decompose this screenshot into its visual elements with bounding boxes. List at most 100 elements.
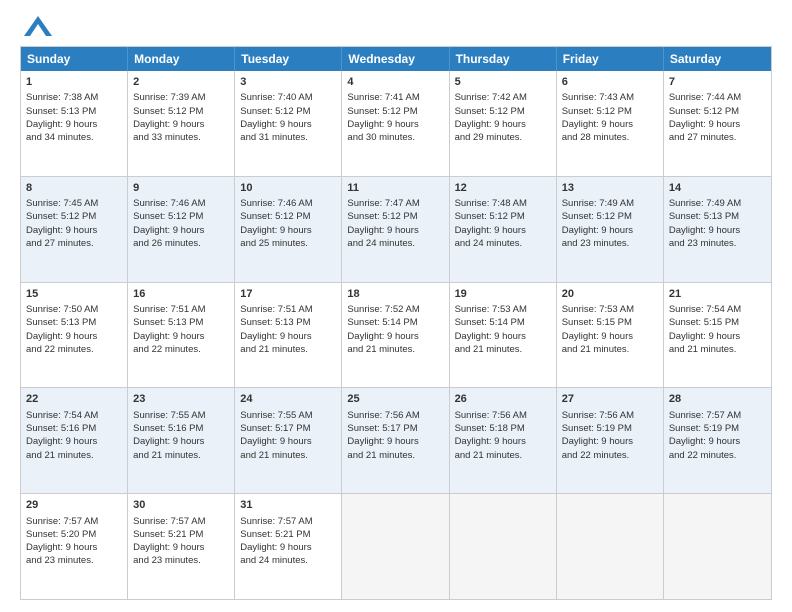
cell-info-line: Daylight: 9 hours <box>455 330 551 343</box>
calendar-cell-2: 2Sunrise: 7:39 AMSunset: 5:12 PMDaylight… <box>128 71 235 176</box>
cell-info-line: Sunrise: 7:55 AM <box>133 409 229 422</box>
cell-info-line: Daylight: 9 hours <box>669 224 766 237</box>
cell-info-line: Sunrise: 7:51 AM <box>240 303 336 316</box>
cell-info-line: Daylight: 9 hours <box>26 435 122 448</box>
cell-info-line: and 23 minutes. <box>669 237 766 250</box>
cell-info-line: Sunrise: 7:46 AM <box>133 197 229 210</box>
cell-info-line: and 21 minutes. <box>26 449 122 462</box>
calendar-cell-26: 26 Sunrise: 7:56 AMSunset: 5:18 PMDayligh… <box>450 388 557 493</box>
day-number: 9 <box>133 181 229 196</box>
cell-info-line: Sunrise: 7:57 AM <box>240 515 336 528</box>
calendar-cell-empty-4-3 <box>342 494 449 599</box>
day-number: 31 <box>240 498 336 513</box>
calendar-row-1: 1Sunrise: 7:38 AMSunset: 5:13 PMDaylight… <box>21 71 771 176</box>
cell-info-line: Sunrise: 7:50 AM <box>26 303 122 316</box>
day-number: 8 <box>26 181 122 196</box>
cell-info-line: Daylight: 9 hours <box>562 224 658 237</box>
cell-info-line: Daylight: 9 hours <box>347 435 443 448</box>
calendar-row-3: 15Sunrise: 7:50 AMSunset: 5:13 PMDayligh… <box>21 282 771 388</box>
day-number: 27 <box>562 392 658 407</box>
day-number: 5 <box>455 75 551 90</box>
calendar-cell-8: 8Sunrise: 7:45 AMSunset: 5:12 PMDaylight… <box>21 177 128 282</box>
cell-info-line: Sunset: 5:12 PM <box>240 210 336 223</box>
day-number: 20 <box>562 287 658 302</box>
header-day-monday: Monday <box>128 47 235 71</box>
calendar-cell-1: 1Sunrise: 7:38 AMSunset: 5:13 PMDaylight… <box>21 71 128 176</box>
calendar-cell-6: 6Sunrise: 7:43 AMSunset: 5:12 PMDaylight… <box>557 71 664 176</box>
cell-info-line: Sunset: 5:12 PM <box>562 105 658 118</box>
cell-info-line: Sunrise: 7:38 AM <box>26 91 122 104</box>
cell-info-line: Sunrise: 7:56 AM <box>455 409 551 422</box>
cell-info-line: and 21 minutes. <box>347 449 443 462</box>
calendar: SundayMondayTuesdayWednesdayThursdayFrid… <box>20 46 772 600</box>
calendar-cell-3: 3Sunrise: 7:40 AMSunset: 5:12 PMDaylight… <box>235 71 342 176</box>
calendar-row-2: 8Sunrise: 7:45 AMSunset: 5:12 PMDaylight… <box>21 176 771 282</box>
calendar-cell-empty-4-5 <box>557 494 664 599</box>
cell-info-line: Sunrise: 7:48 AM <box>455 197 551 210</box>
cell-info-line: Sunrise: 7:41 AM <box>347 91 443 104</box>
calendar-cell-13: 13Sunrise: 7:49 AMSunset: 5:12 PMDayligh… <box>557 177 664 282</box>
cell-info-line: Daylight: 9 hours <box>669 435 766 448</box>
cell-info-line: and 28 minutes. <box>562 131 658 144</box>
cell-info-line: Sunset: 5:17 PM <box>347 422 443 435</box>
cell-info-line: Sunset: 5:13 PM <box>240 316 336 329</box>
day-number: 22 <box>26 392 122 407</box>
header-day-tuesday: Tuesday <box>235 47 342 71</box>
cell-info-line: Sunset: 5:15 PM <box>669 316 766 329</box>
cell-info-line: Daylight: 9 hours <box>133 224 229 237</box>
day-number: 18 <box>347 287 443 302</box>
cell-info-line: Sunrise: 7:45 AM <box>26 197 122 210</box>
cell-info-line: and 24 minutes. <box>240 554 336 567</box>
cell-info-line: and 21 minutes. <box>347 343 443 356</box>
calendar-cell-28: 28Sunrise: 7:57 AMSunset: 5:19 PMDayligh… <box>664 388 771 493</box>
cell-info-line: and 22 minutes. <box>26 343 122 356</box>
calendar-cell-29: 29Sunrise: 7:57 AMSunset: 5:20 PMDayligh… <box>21 494 128 599</box>
cell-info-line: Sunset: 5:20 PM <box>26 528 122 541</box>
day-number: 26 <box>455 392 551 407</box>
day-number: 21 <box>669 287 766 302</box>
calendar-cell-31: 31Sunrise: 7:57 AMSunset: 5:21 PMDayligh… <box>235 494 342 599</box>
calendar-cell-22: 22Sunrise: 7:54 AMSunset: 5:16 PMDayligh… <box>21 388 128 493</box>
cell-info-line: Sunset: 5:12 PM <box>133 210 229 223</box>
cell-info-line: Daylight: 9 hours <box>347 118 443 131</box>
cell-info-line: and 21 minutes. <box>455 343 551 356</box>
cell-info-line: Sunrise: 7:56 AM <box>562 409 658 422</box>
cell-info-line: Daylight: 9 hours <box>240 224 336 237</box>
cell-info-line: Daylight: 9 hours <box>455 435 551 448</box>
cell-info-line: Daylight: 9 hours <box>455 224 551 237</box>
day-number: 24 <box>240 392 336 407</box>
cell-info-line: Sunset: 5:15 PM <box>562 316 658 329</box>
calendar-cell-14: 14Sunrise: 7:49 AMSunset: 5:13 PMDayligh… <box>664 177 771 282</box>
cell-info-line: and 23 minutes. <box>133 554 229 567</box>
cell-info-line: Sunset: 5:13 PM <box>669 210 766 223</box>
day-number: 14 <box>669 181 766 196</box>
cell-info-line: and 21 minutes. <box>455 449 551 462</box>
cell-info-line: Daylight: 9 hours <box>26 224 122 237</box>
cell-info-line: Daylight: 9 hours <box>562 118 658 131</box>
cell-info-line: Sunrise: 7:43 AM <box>562 91 658 104</box>
cell-info-line: Sunrise: 7:46 AM <box>240 197 336 210</box>
cell-info-line: Daylight: 9 hours <box>562 330 658 343</box>
cell-info-line: Daylight: 9 hours <box>26 541 122 554</box>
cell-info-line: Sunrise: 7:42 AM <box>455 91 551 104</box>
logo <box>20 16 52 36</box>
day-number: 13 <box>562 181 658 196</box>
calendar-row-5: 29Sunrise: 7:57 AMSunset: 5:20 PMDayligh… <box>21 493 771 599</box>
calendar-body: 1Sunrise: 7:38 AMSunset: 5:13 PMDaylight… <box>21 71 771 599</box>
calendar-cell-17: 17Sunrise: 7:51 AMSunset: 5:13 PMDayligh… <box>235 283 342 388</box>
cell-info-line: Sunrise: 7:51 AM <box>133 303 229 316</box>
day-number: 29 <box>26 498 122 513</box>
cell-info-line: Sunset: 5:12 PM <box>455 105 551 118</box>
calendar-cell-4: 4Sunrise: 7:41 AMSunset: 5:12 PMDaylight… <box>342 71 449 176</box>
calendar-cell-19: 19Sunrise: 7:53 AMSunset: 5:14 PMDayligh… <box>450 283 557 388</box>
cell-info-line: and 29 minutes. <box>455 131 551 144</box>
header-day-thursday: Thursday <box>450 47 557 71</box>
cell-info-line: Daylight: 9 hours <box>133 541 229 554</box>
cell-info-line: Sunset: 5:19 PM <box>562 422 658 435</box>
cell-info-line: Sunset: 5:17 PM <box>240 422 336 435</box>
calendar-cell-23: 23Sunrise: 7:55 AMSunset: 5:16 PMDayligh… <box>128 388 235 493</box>
logo-icon <box>24 16 52 36</box>
cell-info-line: Sunset: 5:18 PM <box>455 422 551 435</box>
day-number: 4 <box>347 75 443 90</box>
cell-info-line: Sunrise: 7:47 AM <box>347 197 443 210</box>
